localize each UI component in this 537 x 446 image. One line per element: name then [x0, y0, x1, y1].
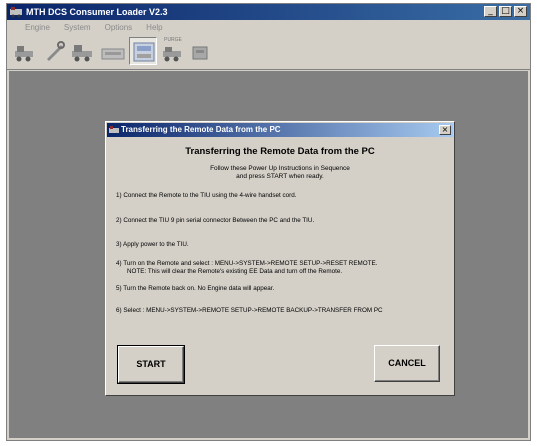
step-4: 4) Turn on the Remote and select : MENU-…	[116, 260, 378, 267]
toolbar-engine2-button[interactable]	[69, 37, 97, 65]
tiu-tool-icon	[101, 48, 125, 60]
toolbar-edit-button[interactable]	[41, 37, 69, 65]
settings-tool-icon	[192, 46, 208, 60]
transfer-dialog: Transferring the Remote Data from the PC…	[105, 121, 455, 396]
dialog-app-icon	[109, 126, 119, 133]
step-6: 6) Select : MENU->SYSTEM->REMOTE SETUP->…	[116, 307, 383, 314]
step-1: 1) Connect the Remote to the TIU using t…	[116, 192, 297, 199]
purge-tool-icon	[163, 47, 181, 62]
engine-tool-icon	[15, 46, 33, 62]
cancel-button[interactable]: CANCEL	[374, 345, 440, 382]
toolbar-settings-button[interactable]	[187, 37, 215, 65]
title-bar[interactable]: MTH DCS Consumer Loader V2.3 _ □ ×	[7, 4, 530, 20]
remote-tool-icon	[133, 42, 155, 62]
close-button[interactable]: ×	[514, 6, 527, 17]
intro-line-1: Follow these Power Up Instructions in Se…	[210, 165, 350, 172]
window-title: MTH DCS Consumer Loader V2.3	[26, 7, 168, 17]
minimize-button[interactable]: _	[484, 6, 497, 17]
app-icon	[10, 7, 22, 18]
toolbar-purge-button[interactable]: PURGE	[159, 37, 187, 65]
toolbar: PURGE	[7, 35, 530, 70]
app-window: MTH DCS Consumer Loader V2.3 _ □ × Engin…	[6, 3, 531, 441]
menu-bar: Engine System Options Help	[7, 21, 530, 34]
toolbar-tiu-button[interactable]	[99, 37, 127, 65]
dialog-close-button[interactable]: ×	[439, 125, 451, 135]
intro-line-2: and press START when ready.	[236, 173, 324, 180]
dialog-heading: Transferring the Remote Data from the PC	[185, 146, 375, 157]
menu-engine[interactable]: Engine	[25, 21, 50, 34]
menu-help[interactable]: Help	[146, 21, 162, 34]
wrench-tool-icon	[47, 41, 65, 61]
menu-system[interactable]: System	[64, 21, 91, 34]
toolbar-engine-button[interactable]	[11, 37, 39, 65]
engine-tool-icon	[72, 45, 92, 62]
step-2: 2) Connect the TIU 9 pin serial connecto…	[116, 217, 315, 224]
menu-options[interactable]: Options	[105, 21, 133, 34]
toolbar-remote-button[interactable]	[129, 37, 157, 65]
step-3: 3) Apply power to the TIU.	[116, 241, 189, 248]
dialog-title-bar[interactable]: Transferring the Remote Data from the PC…	[107, 123, 453, 137]
step-5: 5) Turn the Remote back on. No Engine da…	[116, 285, 275, 292]
start-button[interactable]: START	[117, 345, 185, 384]
step-4-note: NOTE: This will clear the Remote's exist…	[127, 268, 343, 275]
maximize-button[interactable]: □	[499, 6, 512, 17]
dialog-title: Transferring the Remote Data from the PC	[121, 125, 281, 134]
